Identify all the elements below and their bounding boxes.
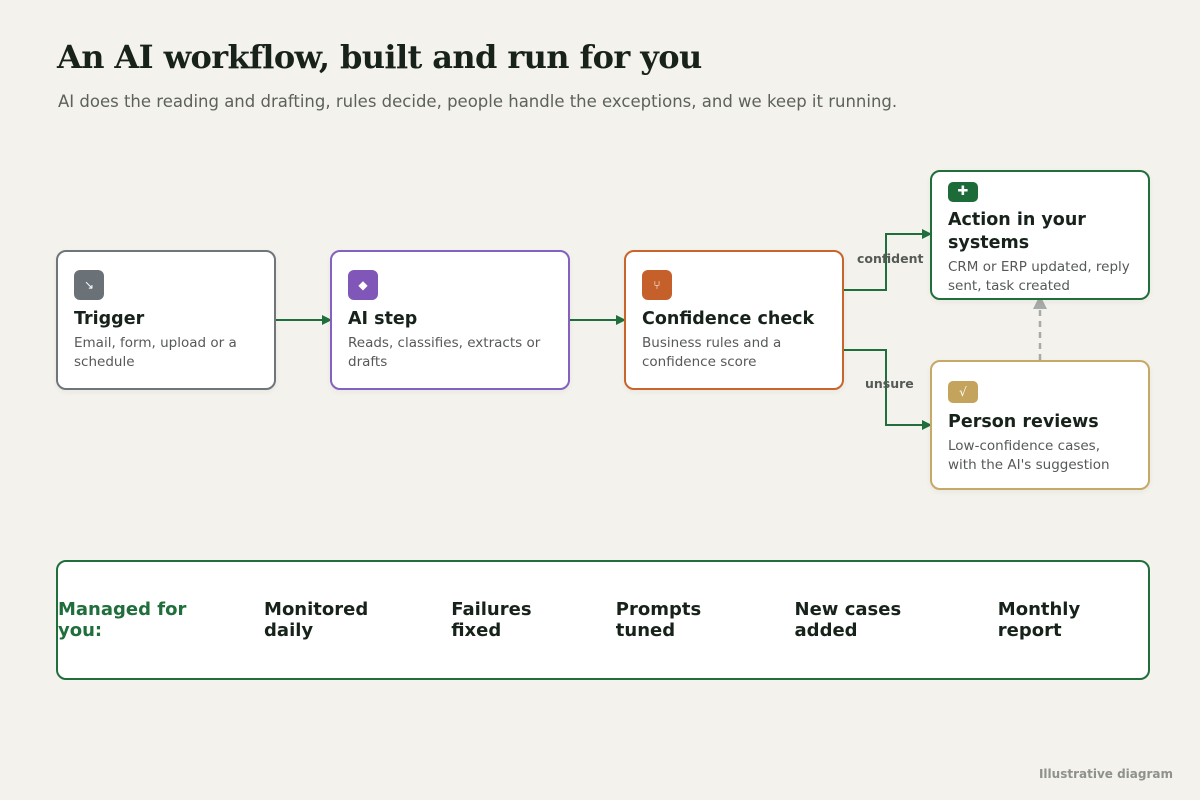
- node-ai-step: ◆ AI step Reads, classifies, extracts or…: [330, 250, 570, 390]
- fork-icon: ⑂: [642, 270, 672, 300]
- node-confidence-check-desc: Business rules and a confidence score: [642, 335, 782, 370]
- node-ai-step-title: AI step: [348, 309, 418, 329]
- edge-label-confident: confident: [857, 251, 924, 266]
- node-trigger-desc: Email, form, upload or a schedule: [74, 335, 237, 370]
- plus-icon: ✚: [948, 182, 978, 202]
- node-person-reviews-desc: Low-confidence cases, with the AI's sugg…: [948, 438, 1110, 473]
- check-icon: √: [948, 381, 978, 403]
- node-confidence-check: ⑂ Confidence check Business rules and a …: [624, 250, 844, 390]
- edge-label-unsure: unsure: [865, 376, 914, 391]
- diamond-icon: ◆: [348, 270, 378, 300]
- arrow-in-icon: ↘: [74, 270, 104, 300]
- managed-item: New cases added: [794, 599, 902, 641]
- node-confidence-check-title: Confidence check: [642, 309, 815, 329]
- managed-services-panel: Managed for you: Monitored daily Failure…: [56, 560, 1150, 680]
- managed-item: Monthly report: [997, 599, 1081, 641]
- managed-label: Managed for you:: [58, 599, 187, 641]
- footer-note: Illustrative diagram: [1038, 767, 1173, 781]
- node-trigger-title: Trigger: [74, 309, 145, 329]
- managed-item: Failures fixed: [451, 599, 532, 641]
- node-action-desc: CRM or ERP updated, reply sent, task cre…: [948, 259, 1130, 294]
- managed-item: Prompts tuned: [615, 599, 702, 641]
- node-person-reviews-title: Person reviews: [948, 412, 1099, 432]
- node-person-reviews: √ Person reviews Low-confidence cases, w…: [930, 360, 1150, 490]
- managed-item: Monitored daily: [264, 599, 369, 641]
- node-trigger: ↘ Trigger Email, form, upload or a sched…: [56, 250, 276, 390]
- node-action: ✚ Action in your systems CRM or ERP upda…: [930, 170, 1150, 300]
- node-action-title: Action in your systems: [948, 210, 1086, 253]
- node-ai-step-desc: Reads, classifies, extracts or drafts: [348, 335, 541, 370]
